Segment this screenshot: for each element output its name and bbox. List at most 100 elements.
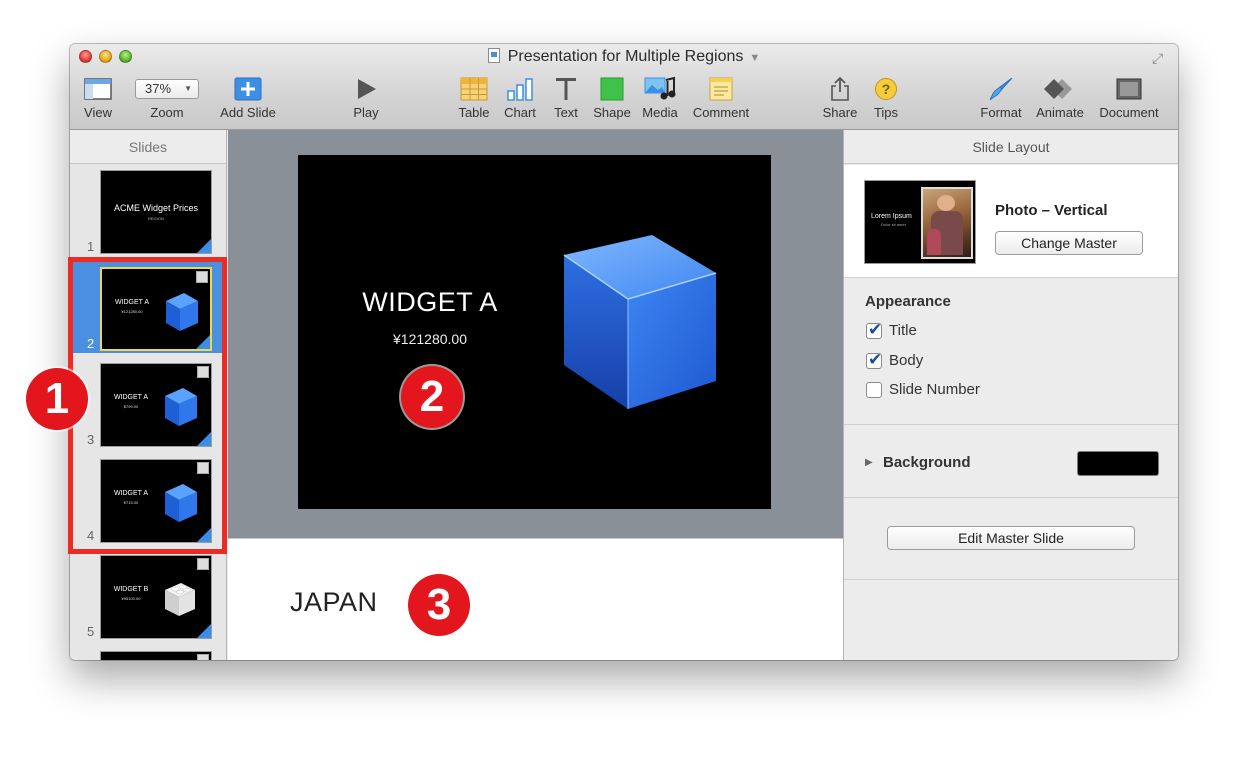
text-button[interactable]: Text xyxy=(546,74,586,120)
document-button[interactable]: Document xyxy=(1096,74,1162,120)
svg-text:?: ? xyxy=(882,81,891,97)
slides-header: Slides xyxy=(70,130,226,164)
window-title[interactable]: Presentation for Multiple Regions ▼ xyxy=(70,48,1178,66)
slides-highlight-box xyxy=(68,257,227,554)
slide-body[interactable]: ¥121280.00 xyxy=(338,331,522,347)
play-icon xyxy=(358,79,376,99)
body-checkbox[interactable]: Body xyxy=(866,350,924,370)
skip-box-icon xyxy=(197,654,209,660)
add-slide-label: Add Slide xyxy=(220,105,276,120)
play-label: Play xyxy=(353,105,379,120)
checkbox-checked-icon[interactable] xyxy=(866,350,882,370)
format-button[interactable]: Format xyxy=(978,74,1024,120)
share-icon xyxy=(831,76,849,101)
text-icon xyxy=(556,78,576,100)
background-color-well[interactable] xyxy=(1077,451,1159,476)
media-button[interactable]: Media xyxy=(638,74,682,120)
view-icon xyxy=(84,78,112,100)
callout-1: 1 xyxy=(26,368,88,430)
title-checkbox[interactable]: Title xyxy=(866,320,917,340)
play-button[interactable]: Play xyxy=(348,74,384,120)
slide-thumb-title: WIDGET B xyxy=(113,586,149,593)
view-label: View xyxy=(84,105,112,120)
media-label: Media xyxy=(642,105,678,120)
app-window: Presentation for Multiple Regions ▼ ⤢ Vie… xyxy=(70,44,1178,660)
background-section: ▶ Background xyxy=(844,425,1178,498)
slide-thumb-image: ACME Widget Prices REGION xyxy=(100,170,212,254)
paintbrush-icon xyxy=(989,77,1013,101)
chevron-down-icon: ▼ xyxy=(184,84,192,93)
slide-thumbnail-6[interactable] xyxy=(70,645,226,660)
background-label[interactable]: Background xyxy=(883,454,971,471)
presenter-notes-text[interactable]: JAPAN xyxy=(290,587,378,618)
callout-2: 2 xyxy=(401,366,463,428)
build-indicator-icon xyxy=(197,624,211,638)
change-master-button[interactable]: Change Master xyxy=(995,231,1143,255)
keynote-document-icon xyxy=(487,48,500,63)
media-icon xyxy=(644,76,676,100)
slide-thumb-image: WIDGET B ¥95100.00 xyxy=(100,555,212,639)
window-title-text: Presentation for Multiple Regions xyxy=(507,48,744,65)
slide-thumb-subtitle: ¥95100.00 xyxy=(121,596,141,601)
skip-box-icon xyxy=(197,558,209,570)
slide-thumbnail-5[interactable]: WIDGET B ¥95100.00 5 xyxy=(70,549,226,641)
master-thumb-title: Lorem Ipsum xyxy=(871,213,912,220)
master-thumb-subtitle: Dolor sit amet xyxy=(881,222,906,227)
master-thumbnail[interactable]: Lorem Ipsum Dolor sit amet xyxy=(864,180,976,264)
slide-canvas[interactable]: WIDGET A ¥121280.00 xyxy=(228,130,843,538)
appearance-title: Appearance xyxy=(865,293,951,310)
slide-thumbnail-1[interactable]: ACME Widget Prices REGION 1 xyxy=(70,164,226,256)
comment-label: Comment xyxy=(692,105,750,120)
zoom-select[interactable]: 37% ▼ xyxy=(135,79,199,99)
table-button[interactable]: Table xyxy=(454,74,494,120)
chart-button[interactable]: Chart xyxy=(500,74,540,120)
comment-button[interactable]: Comment xyxy=(688,74,754,120)
add-slide-icon xyxy=(234,77,262,101)
current-slide[interactable]: WIDGET A ¥121280.00 xyxy=(298,155,771,509)
text-label: Text xyxy=(554,105,578,120)
animate-label: Animate xyxy=(1036,105,1084,120)
comment-icon xyxy=(709,77,733,101)
format-inspector: Slide Layout Lorem Ipsum Dolor sit amet … xyxy=(843,130,1178,660)
fullscreen-icon[interactable]: ⤢ xyxy=(1152,51,1166,65)
disclosure-triangle-icon[interactable]: ▶ xyxy=(865,457,873,468)
document-icon xyxy=(1116,78,1142,100)
chevron-down-icon: ▼ xyxy=(749,52,761,64)
table-label: Table xyxy=(458,105,490,120)
checkbox-unchecked-icon[interactable] xyxy=(866,381,882,398)
view-button[interactable]: View xyxy=(80,74,116,120)
shape-icon xyxy=(600,77,624,101)
zoom-label: Zoom xyxy=(150,105,184,120)
slide-number: 1 xyxy=(87,239,95,254)
tips-icon: ? xyxy=(875,78,897,100)
format-label: Format xyxy=(980,105,1022,120)
blue-cube-image[interactable] xyxy=(558,233,718,413)
chart-icon xyxy=(507,78,533,101)
lego-brick-image xyxy=(165,583,195,616)
slide-number-checkbox[interactable]: Slide Number xyxy=(866,381,980,398)
slide-thumb-title: ACME Widget Prices xyxy=(113,203,199,213)
shape-button[interactable]: Shape xyxy=(592,74,632,120)
slide-thumb-subtitle: REGION xyxy=(148,216,164,221)
edit-master-slide-button[interactable]: Edit Master Slide xyxy=(887,526,1135,550)
chart-label: Chart xyxy=(504,105,536,120)
share-label: Share xyxy=(822,105,858,120)
edit-master-section: Edit Master Slide xyxy=(844,498,1178,580)
family-photo-image xyxy=(921,187,973,259)
slide-thumb-image xyxy=(100,651,212,660)
checkbox-label: Body xyxy=(889,352,924,369)
slide-title[interactable]: WIDGET A xyxy=(338,287,522,318)
inspector-header: Slide Layout xyxy=(844,130,1178,164)
zoom-control[interactable]: 37% ▼ Zoom xyxy=(132,74,202,120)
presenter-notes[interactable]: JAPAN xyxy=(228,538,843,660)
tips-button[interactable]: ? Tips xyxy=(866,74,906,120)
checkbox-checked-icon[interactable] xyxy=(866,320,882,340)
layout-name: Photo – Vertical xyxy=(995,202,1108,219)
shape-label: Shape xyxy=(593,105,631,120)
checkbox-label: Slide Number xyxy=(889,381,980,398)
share-button[interactable]: Share xyxy=(820,74,860,120)
table-icon xyxy=(460,77,488,101)
tips-label: Tips xyxy=(873,105,899,120)
add-slide-button[interactable]: Add Slide xyxy=(218,74,278,120)
animate-button[interactable]: Animate xyxy=(1032,74,1088,120)
